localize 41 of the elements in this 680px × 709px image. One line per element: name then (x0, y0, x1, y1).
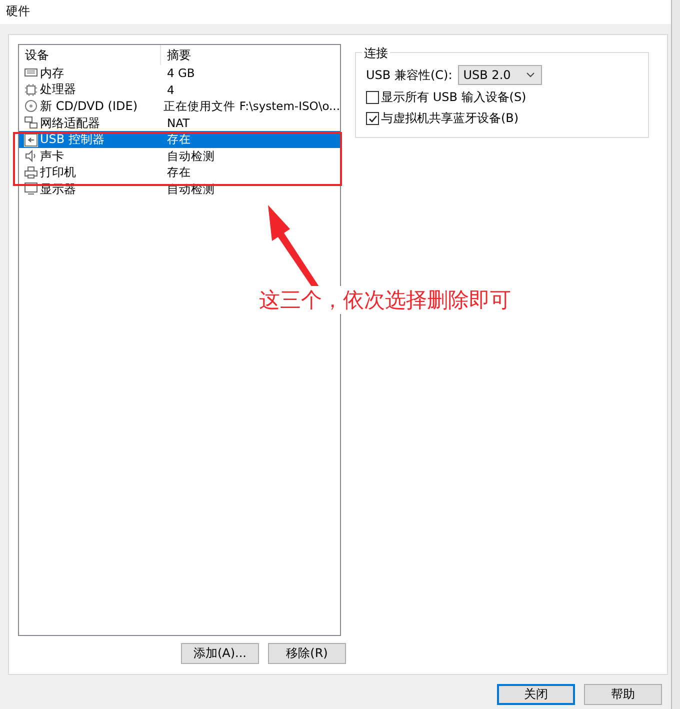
annotation-text: 这三个，依次选择删除即可 (259, 286, 511, 314)
device-summary: 存在 (167, 165, 191, 180)
device-summary: 正在使用文件 F:\system-ISO\o... (164, 98, 340, 114)
device-row[interactable]: 处理器 4 (19, 82, 340, 98)
checkbox[interactable] (366, 112, 379, 125)
device-row[interactable]: 内存 4 GB (19, 65, 340, 82)
monitor-icon (24, 182, 38, 196)
checkbox-label: 显示所有 USB 输入设备(S) (381, 89, 526, 106)
device-summary: 存在 (167, 132, 191, 148)
column-header[interactable]: 摘要 (161, 45, 191, 65)
chevron-icon (526, 72, 536, 78)
list-button[interactable]: 添加(A)... (181, 643, 259, 664)
disc-icon (24, 99, 38, 114)
device-summary: NAT (167, 116, 190, 130)
dialog-button[interactable]: 帮助 (584, 684, 662, 705)
column-header[interactable]: 设备 (19, 45, 161, 65)
chip-icon (24, 82, 38, 97)
window-title: 硬件 (6, 4, 30, 18)
device-row[interactable]: 声卡 自动检测 (19, 148, 340, 165)
device-name: 内存 (40, 64, 64, 82)
device-row[interactable]: 新 CD/DVD (IDE) 正在使用文件 F:\system-ISO\o... (19, 98, 340, 115)
compat-dropdown[interactable]: USB 2.0 (458, 65, 542, 85)
device-row[interactable]: 网络适配器 NAT (19, 114, 340, 132)
device-summary: 4 (167, 82, 174, 97)
printer-icon (24, 166, 38, 180)
list-button[interactable]: 移除(R) (268, 643, 346, 664)
device-name: 声卡 (40, 148, 64, 165)
device-summary: 4 GB (167, 66, 195, 80)
dialog-button[interactable]: 关闭 (497, 684, 575, 705)
speaker-icon (24, 149, 38, 164)
network-icon (24, 116, 38, 130)
device-name: 网络适配器 (40, 114, 100, 132)
device-summary: 自动检测 (167, 148, 215, 164)
device-name: 处理器 (40, 81, 76, 98)
checkbox[interactable] (366, 91, 379, 104)
device-name: 打印机 (40, 164, 76, 182)
device-name: 新 CD/DVD (IDE) (40, 98, 138, 115)
device-row[interactable]: 打印机 存在 (19, 164, 340, 182)
group-title: 连接 (362, 45, 390, 62)
compat-label: USB 兼容性(C): (366, 66, 452, 84)
checkbox-label: 与虚拟机共享蓝牙设备(B) (381, 110, 519, 127)
